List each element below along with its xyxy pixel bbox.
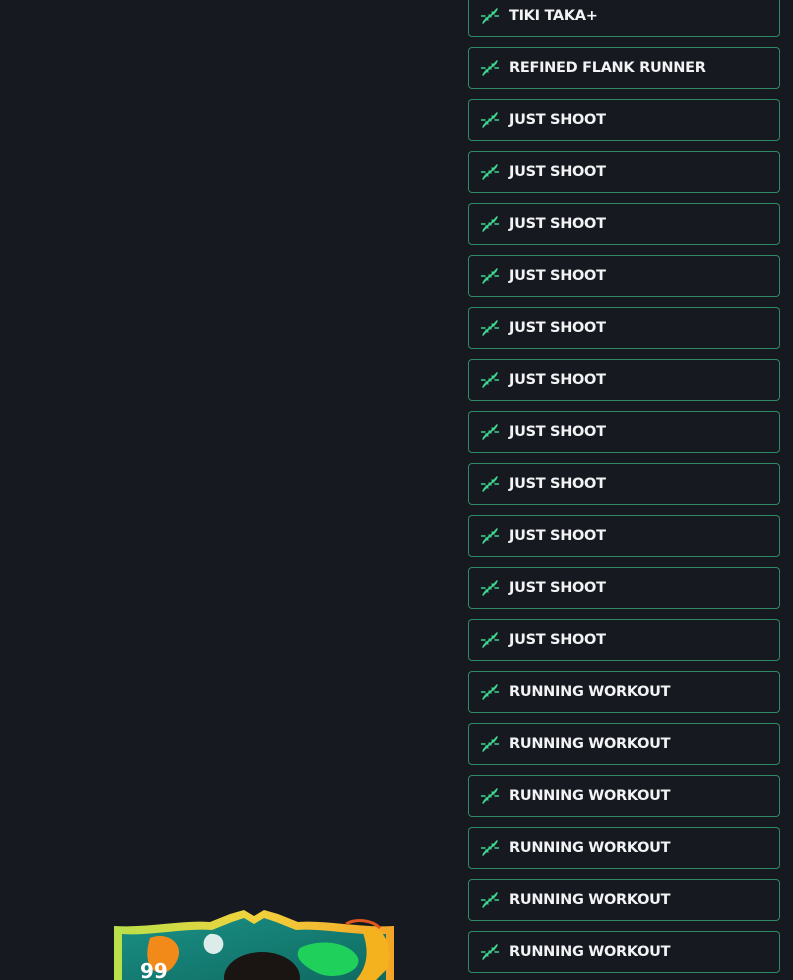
chemistry-style-item[interactable]: JUST SHOOT (468, 307, 780, 349)
chemistry-style-label: JUST SHOOT (509, 268, 606, 284)
chemistry-style-item[interactable]: TIKI TAKA+ (468, 0, 780, 37)
chemistry-style-label: JUST SHOOT (509, 580, 606, 596)
chemistry-style-label: JUST SHOOT (509, 164, 606, 180)
chemistry-style-label: JUST SHOOT (509, 476, 606, 492)
dna-icon (480, 578, 500, 598)
chemistry-style-item[interactable]: JUST SHOOT (468, 359, 780, 401)
chemistry-style-label: RUNNING WORKOUT (509, 736, 671, 752)
chemistry-style-label: TIKI TAKA+ (509, 8, 598, 24)
chemistry-style-item[interactable]: JUST SHOOT (468, 463, 780, 505)
chemistry-style-item[interactable]: RUNNING WORKOUT (468, 879, 780, 921)
chemistry-style-label: RUNNING WORKOUT (509, 840, 671, 856)
dna-icon (480, 266, 500, 286)
dna-icon (480, 370, 500, 390)
player-card[interactable]: 99 (110, 908, 398, 980)
chemistry-style-label: REFINED FLANK RUNNER (509, 60, 706, 76)
chemistry-style-item[interactable]: JUST SHOOT (468, 567, 780, 609)
dna-icon (480, 786, 500, 806)
chemistry-style-item[interactable]: RUNNING WORKOUT (468, 775, 780, 817)
chemistry-style-item[interactable]: JUST SHOOT (468, 619, 780, 661)
dna-icon (480, 942, 500, 962)
dna-icon (480, 318, 500, 338)
chemistry-style-item[interactable]: JUST SHOOT (468, 255, 780, 297)
dna-icon (480, 526, 500, 546)
player-rating: 99 (140, 959, 168, 980)
page: TIKI TAKA+ REFINED FLANK RUNNER JUST SHO… (0, 0, 793, 980)
chemistry-style-label: RUNNING WORKOUT (509, 684, 671, 700)
chemistry-style-label: JUST SHOOT (509, 320, 606, 336)
chemistry-style-label: RUNNING WORKOUT (509, 944, 671, 960)
chemistry-style-label: JUST SHOOT (509, 632, 606, 648)
chemistry-style-label: JUST SHOOT (509, 216, 606, 232)
chemistry-style-label: RUNNING WORKOUT (509, 892, 671, 908)
dna-icon (480, 214, 500, 234)
chemistry-style-label: JUST SHOOT (509, 372, 606, 388)
chemistry-style-label: RUNNING WORKOUT (509, 788, 671, 804)
chemistry-style-item[interactable]: JUST SHOOT (468, 203, 780, 245)
dna-icon (480, 422, 500, 442)
chemistry-style-item[interactable]: RUNNING WORKOUT (468, 723, 780, 765)
dna-icon (480, 890, 500, 910)
dna-icon (480, 6, 500, 26)
chemistry-style-item[interactable]: JUST SHOOT (468, 515, 780, 557)
dna-icon (480, 162, 500, 182)
chemistry-style-item[interactable]: JUST SHOOT (468, 411, 780, 453)
chemistry-style-item[interactable]: JUST SHOOT (468, 151, 780, 193)
dna-icon (480, 474, 500, 494)
chemistry-style-list: TIKI TAKA+ REFINED FLANK RUNNER JUST SHO… (468, 0, 780, 980)
chemistry-style-item[interactable]: REFINED FLANK RUNNER (468, 47, 780, 89)
dna-icon (480, 682, 500, 702)
dna-icon (480, 838, 500, 858)
dna-icon (480, 58, 500, 78)
chemistry-style-item[interactable]: RUNNING WORKOUT (468, 931, 780, 973)
chemistry-style-label: JUST SHOOT (509, 528, 606, 544)
chemistry-style-item[interactable]: RUNNING WORKOUT (468, 827, 780, 869)
dna-icon (480, 110, 500, 130)
chemistry-style-label: JUST SHOOT (509, 424, 606, 440)
dna-icon (480, 630, 500, 650)
chemistry-style-label: JUST SHOOT (509, 112, 606, 128)
chemistry-style-item[interactable]: RUNNING WORKOUT (468, 671, 780, 713)
dna-icon (480, 734, 500, 754)
chemistry-style-item[interactable]: JUST SHOOT (468, 99, 780, 141)
